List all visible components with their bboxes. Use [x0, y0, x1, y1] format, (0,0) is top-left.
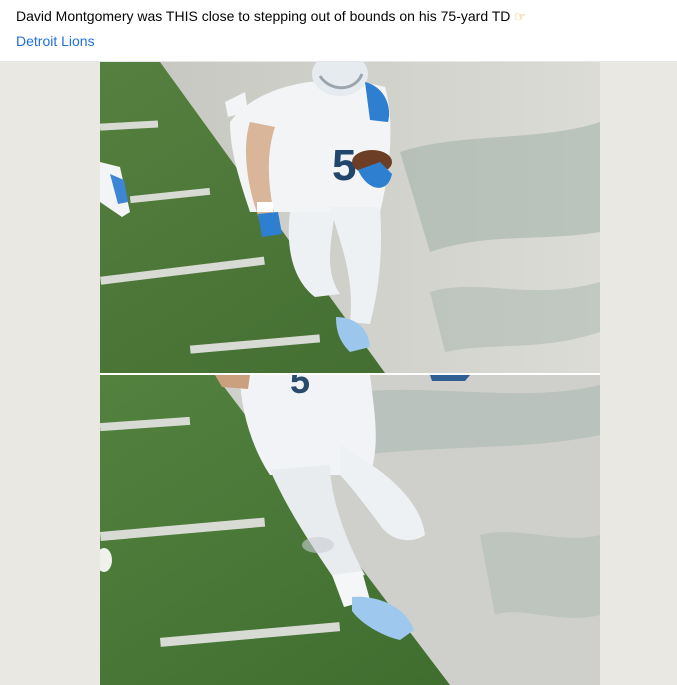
media-container: 5 5	[0, 62, 677, 685]
photo-collage[interactable]: 5 5	[100, 62, 600, 685]
jersey-number-bottom: 5	[290, 375, 310, 401]
photo-top[interactable]: 5	[100, 62, 600, 373]
photo-bottom[interactable]: 5	[100, 375, 600, 685]
post-header: David Montgomery was THIS close to stepp…	[0, 0, 677, 62]
social-post: David Montgomery was THIS close to stepp…	[0, 0, 677, 685]
photo-top-image: 5	[100, 62, 600, 373]
jersey-number: 5	[332, 141, 356, 190]
post-caption: David Montgomery was THIS close to stepp…	[16, 7, 526, 26]
pointing-hand-icon: ☞	[514, 9, 527, 24]
photo-bottom-image: 5	[100, 375, 600, 685]
page-link-detroit-lions[interactable]: Detroit Lions	[16, 32, 95, 50]
caption-text: David Montgomery was THIS close to stepp…	[16, 8, 511, 24]
